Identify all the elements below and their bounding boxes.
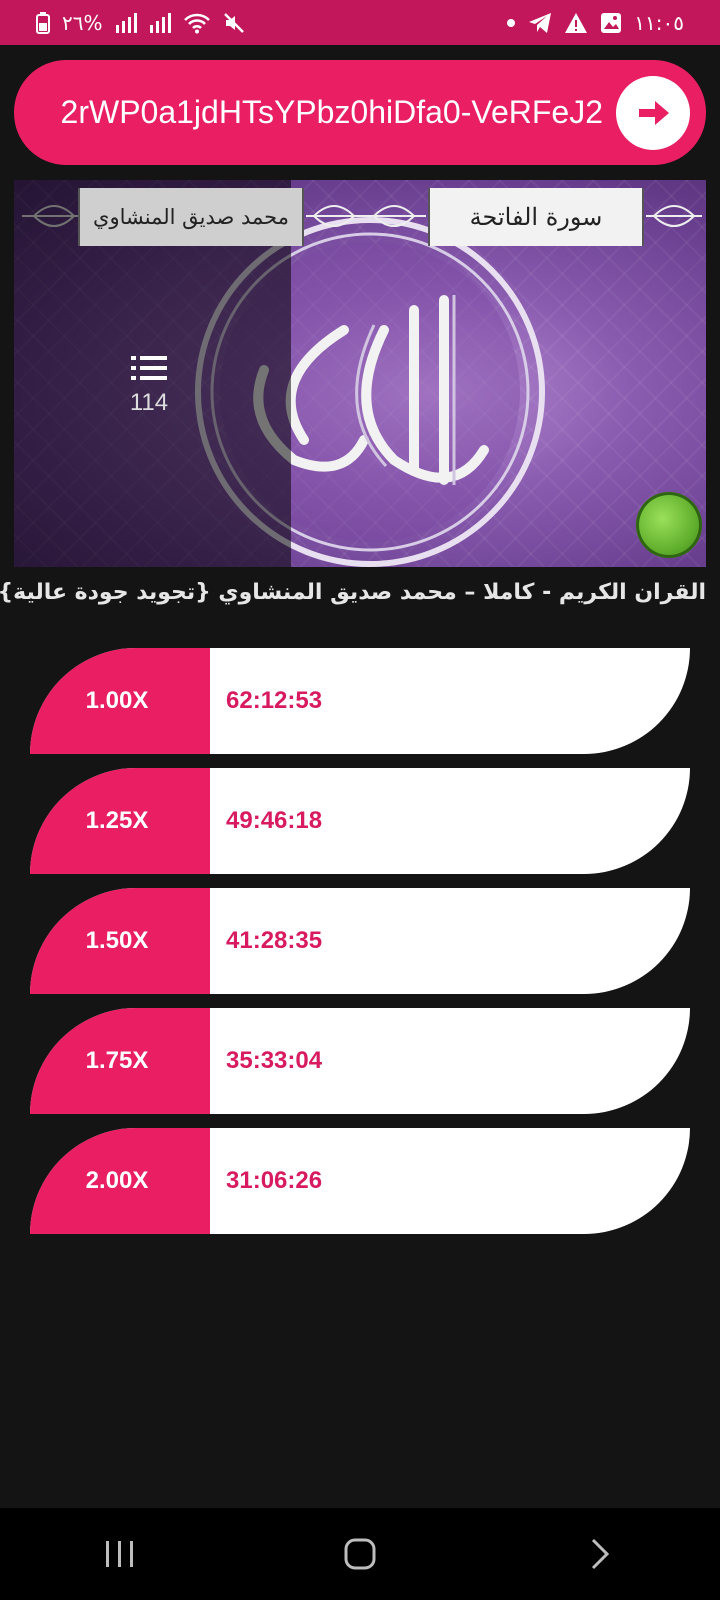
album-banner[interactable]: سورة الفاتحة محمد صديق المنشاوي 114	[14, 180, 706, 567]
dot-icon	[506, 18, 516, 28]
speed-row-bg: 1.00X 62:12:53	[30, 648, 690, 754]
go-button[interactable]	[616, 76, 690, 150]
url-bar[interactable]: 2rWP0a1jdHTsYPbz0hiDfa0-VeRFeJ2	[14, 60, 706, 165]
recents-button[interactable]	[80, 1524, 160, 1584]
seal-logo	[636, 492, 702, 558]
speed-row-bg: 1.75X 35:33:04	[30, 1008, 690, 1114]
list-icon	[131, 356, 167, 380]
wifi-icon	[183, 12, 211, 34]
surah-label: سورة الفاتحة	[428, 188, 644, 246]
speed-label: 1.50X	[30, 888, 210, 994]
status-bar: ٢٦% ١١:٠٥	[0, 0, 720, 45]
status-right: ١١:٠٥	[506, 11, 684, 35]
signal-icon	[115, 12, 137, 33]
speed-duration: 31:06:26	[226, 1167, 323, 1194]
back-button[interactable]	[560, 1524, 640, 1584]
clock: ١١:٠٥	[634, 10, 684, 35]
speed-row-bg: 2.00X 31:06:26	[30, 1128, 690, 1234]
status-left: ٢٦%	[36, 11, 245, 35]
reciter-label: محمد صديق المنشاوي	[78, 188, 304, 246]
battery-percent: ٢٦%	[62, 10, 103, 35]
playlist-button[interactable]: 114	[106, 355, 192, 417]
system-nav-bar	[0, 1508, 720, 1600]
recents-icon	[106, 1541, 133, 1567]
battery-icon	[36, 11, 50, 34]
speed-row-bg: 1.50X 41:28:35	[30, 888, 690, 994]
url-text[interactable]: 2rWP0a1jdHTsYPbz0hiDfa0-VeRFeJ2	[28, 60, 603, 165]
home-icon	[344, 1538, 376, 1570]
speed-label: 1.25X	[30, 768, 210, 874]
speed-row[interactable]: 1.75X 35:33:04	[30, 1008, 690, 1114]
album-title: القران الكريم - كاملا – محمد صديق المنشا…	[0, 580, 706, 605]
arrow-right-icon	[639, 101, 669, 125]
speed-duration: 62:12:53	[226, 687, 323, 714]
playlist-count: 114	[129, 389, 169, 416]
back-icon	[591, 1538, 610, 1570]
speed-row[interactable]: 1.00X 62:12:53	[30, 648, 690, 754]
speed-row[interactable]: 1.25X 49:46:18	[30, 768, 690, 874]
speed-duration: 35:33:04	[226, 1047, 323, 1074]
speed-label: 1.75X	[30, 1008, 210, 1114]
mute-icon	[223, 12, 245, 34]
home-button[interactable]	[320, 1524, 400, 1584]
speed-label: 2.00X	[30, 1128, 210, 1234]
url-value: 2rWP0a1jdHTsYPbz0hiDfa0-VeRFeJ2	[60, 94, 603, 130]
speed-label: 1.00X	[30, 648, 210, 754]
signal-icon-2	[149, 12, 171, 33]
speed-row-bg: 1.25X 49:46:18	[30, 768, 690, 874]
telegram-icon	[528, 12, 552, 34]
warning-icon	[564, 12, 588, 34]
speed-duration: 49:46:18	[226, 807, 323, 834]
speed-row[interactable]: 1.50X 41:28:35	[30, 888, 690, 994]
speed-row[interactable]: 2.00X 31:06:26	[30, 1128, 690, 1234]
speed-duration: 41:28:35	[226, 927, 323, 954]
gallery-icon	[600, 12, 622, 34]
